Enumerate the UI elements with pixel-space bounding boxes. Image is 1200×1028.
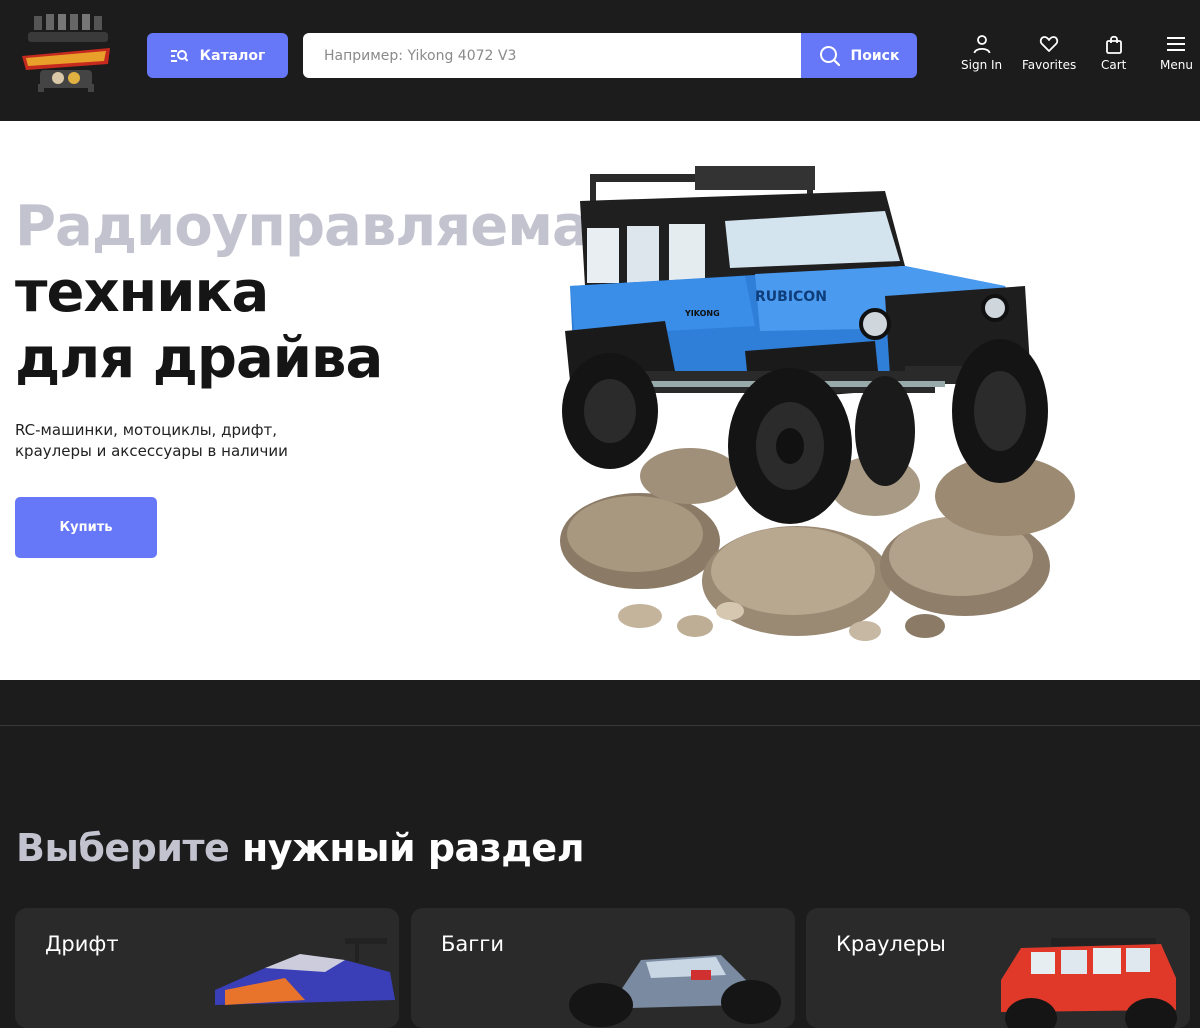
buy-button[interactable]: Купить — [15, 497, 157, 558]
crawler-car-image — [1001, 938, 1177, 1028]
rc-truck-image: RUBICON YIKONG — [560, 166, 1075, 641]
bag-icon — [1105, 35, 1122, 54]
cart-link[interactable]: Cart — [1101, 34, 1126, 72]
search-icon — [819, 45, 840, 66]
category-card-label: Краулеры — [836, 932, 946, 956]
hero-title: Радиоуправляемая техника для драйва — [15, 194, 625, 392]
search-button[interactable]: Поиск — [801, 33, 917, 78]
user-icon — [973, 35, 990, 54]
cart-label: Cart — [1101, 58, 1127, 72]
sign-in-label: Sign In — [961, 58, 1003, 72]
drift-car-image — [215, 938, 395, 1005]
category-card-drift[interactable]: Дрифт — [15, 908, 399, 1028]
sections-title-part-1: Выберите — [16, 826, 230, 870]
section-divider — [0, 680, 1200, 726]
category-card-label: Багги — [441, 932, 504, 956]
hero-title-line-1: Радиоуправляемая — [15, 194, 625, 259]
menu-label: Menu — [1160, 58, 1193, 72]
heart-icon — [1039, 36, 1059, 52]
search-input[interactable] — [303, 33, 801, 78]
header-nav: Sign In Favorites Cart Menu — [950, 34, 1200, 78]
sign-in-link[interactable]: Sign In — [961, 34, 1002, 72]
hero-subtitle: RC-машинки, мотоциклы, дрифт, краулеры и… — [15, 421, 288, 460]
menu-icon — [1167, 37, 1186, 51]
search-button-label: Поиск — [850, 47, 900, 64]
category-card-label: Дрифт — [45, 932, 119, 956]
sections-title-part-2: нужный раздел — [242, 826, 585, 870]
search-bar: Поиск — [303, 33, 917, 78]
hero-title-line-3: для драйва — [15, 326, 383, 391]
hero-banner: Радиоуправляемая техника для драйва RC-м… — [0, 121, 1200, 680]
hero-title-line-2: техника — [15, 260, 269, 325]
sections-title: Выберите нужный раздел — [16, 826, 585, 870]
buggy-car-image — [569, 955, 781, 1027]
category-card-buggy[interactable]: Багги — [411, 908, 795, 1028]
catalog-icon — [170, 49, 188, 62]
catalog-label: Каталог — [199, 47, 266, 64]
site-header: Каталог Поиск Sign In Favorites — [0, 0, 1200, 121]
truck-door-text: YIKONG — [684, 309, 720, 318]
category-card-crawlers[interactable]: Краулеры — [806, 908, 1190, 1028]
menu-button[interactable]: Menu — [1160, 34, 1193, 72]
catalog-button[interactable]: Каталог — [147, 33, 288, 78]
favorites-label: Favorites — [1022, 58, 1077, 72]
site-logo[interactable] — [18, 14, 114, 94]
favorites-link[interactable]: Favorites — [1022, 34, 1076, 72]
truck-brand-text: RUBICON — [755, 289, 827, 305]
